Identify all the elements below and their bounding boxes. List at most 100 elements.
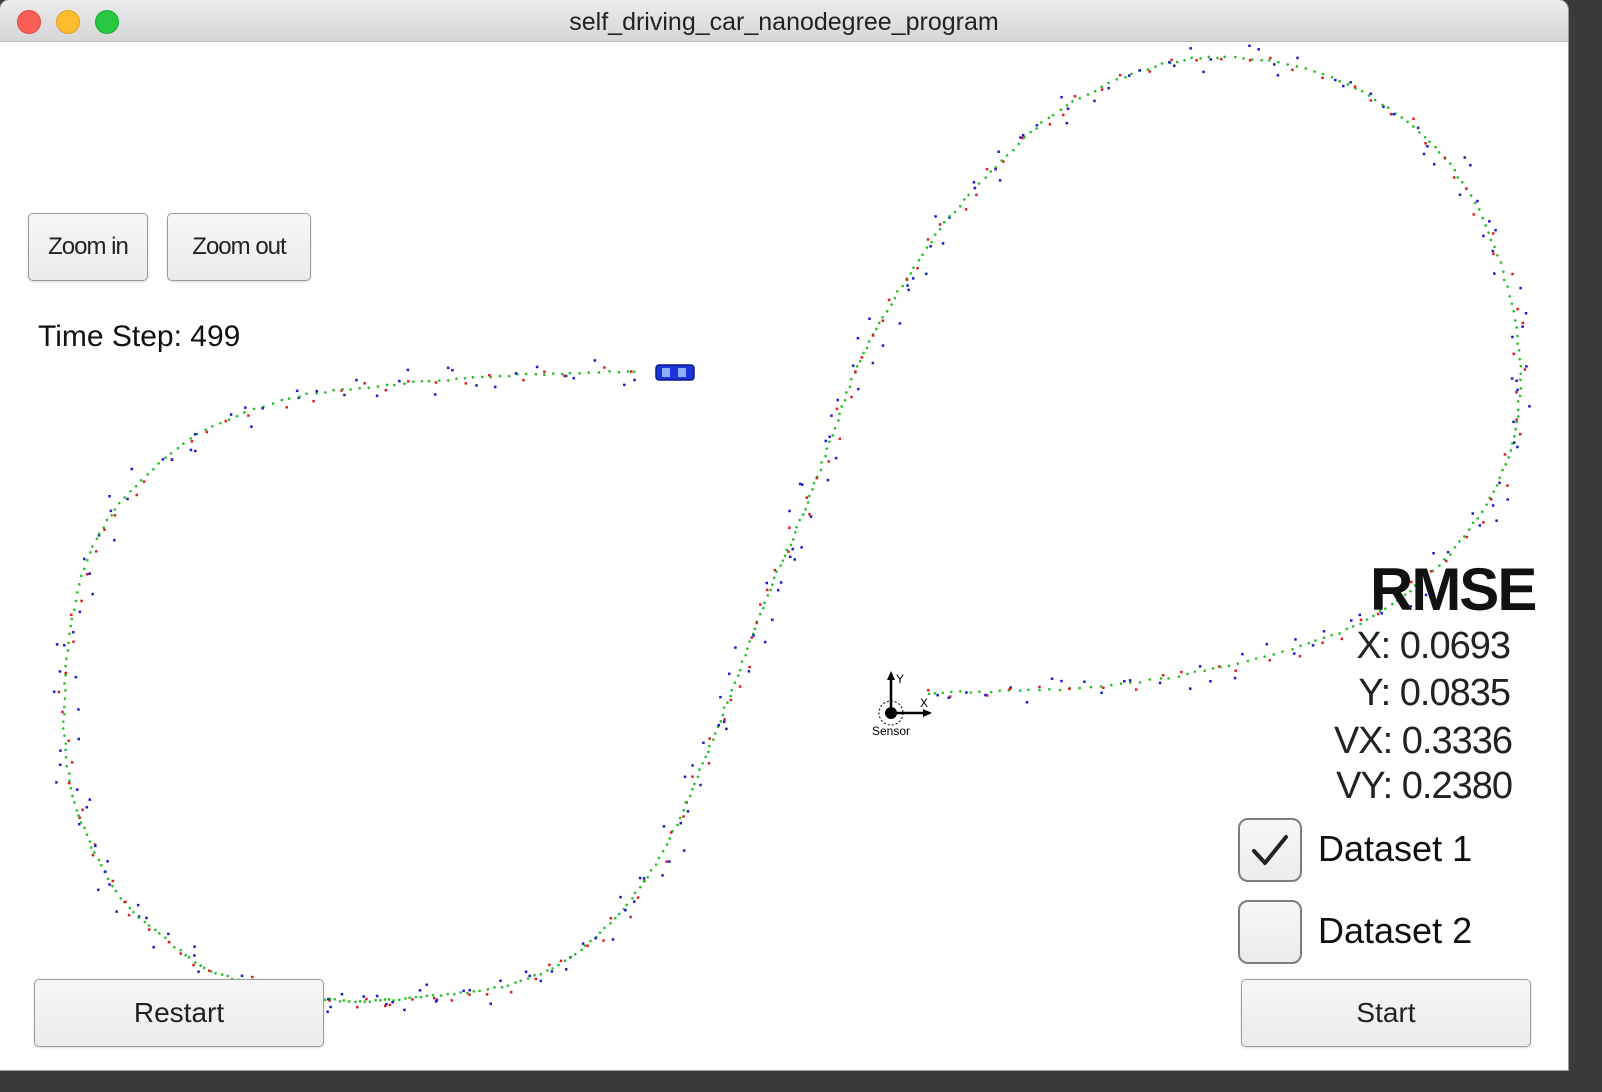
ground-truth-point: [833, 426, 837, 430]
zoom-out-button[interactable]: Zoom out: [167, 213, 311, 281]
ground-truth-point: [129, 489, 132, 493]
radar-measurement: [1065, 121, 1069, 125]
ground-truth-point: [227, 418, 231, 422]
ground-truth-point: [1277, 60, 1280, 64]
ground-truth-point: [1514, 427, 1517, 431]
ground-truth-point: [379, 999, 382, 1002]
lidar-measurement: [927, 688, 930, 692]
zoom-in-button[interactable]: Zoom in: [28, 213, 148, 281]
radar-measurement: [240, 974, 244, 978]
ground-truth-point: [64, 664, 67, 668]
ground-truth-point: [173, 945, 176, 949]
radar-measurement: [1358, 613, 1362, 617]
lidar-measurement: [95, 550, 98, 553]
ground-truth-point: [758, 612, 762, 616]
ground-truth-point: [69, 786, 73, 790]
lidar-measurement: [1021, 136, 1024, 140]
lidar-measurement: [190, 440, 194, 443]
ground-truth-point: [925, 246, 929, 249]
ground-truth-point: [519, 979, 523, 983]
ground-truth-point: [1159, 677, 1163, 680]
ground-truth-point: [560, 372, 564, 376]
ground-truth-point: [733, 681, 737, 685]
ground-truth-point: [895, 290, 899, 293]
ground-truth-point: [877, 321, 881, 325]
ground-truth-point: [95, 537, 99, 541]
radar-measurement: [1083, 680, 1086, 684]
ground-truth-point: [514, 981, 517, 984]
radar-measurement: [528, 974, 532, 978]
ground-truth-point: [408, 996, 411, 1000]
ground-truth-point: [1313, 70, 1316, 73]
radar-measurement: [88, 798, 91, 801]
radar-measurement: [1482, 234, 1485, 238]
radar-measurement: [717, 723, 721, 727]
lidar-measurement: [759, 603, 762, 606]
radar-measurement: [1432, 163, 1436, 166]
radar-measurement: [327, 997, 330, 1001]
ground-truth-point: [349, 388, 352, 391]
ground-truth-point: [691, 787, 694, 791]
radar-measurement: [115, 910, 118, 913]
ground-truth-point: [941, 691, 945, 695]
ground-truth-point: [1047, 116, 1051, 120]
ground-truth-point: [811, 487, 814, 491]
radar-measurement: [1488, 220, 1491, 223]
ground-truth-point: [1071, 100, 1074, 103]
ground-truth-point: [1400, 116, 1404, 119]
ground-truth-point: [79, 574, 83, 578]
lidar-measurement: [488, 373, 491, 377]
lidar-measurement: [78, 816, 81, 820]
sensor-origin-icon: Y X Sensor: [872, 671, 932, 738]
radar-measurement: [362, 995, 366, 998]
radar-measurement: [403, 1008, 406, 1012]
lidar-measurement: [629, 370, 633, 373]
start-button[interactable]: Start: [1241, 979, 1531, 1047]
lidar-measurement: [1180, 670, 1183, 674]
ground-truth-point: [1035, 127, 1038, 130]
lidar-measurement: [1503, 453, 1507, 456]
ground-truth-point: [500, 985, 504, 989]
ground-truth-point: [1386, 106, 1390, 109]
restart-button[interactable]: Restart: [34, 979, 324, 1047]
ground-truth-point: [1130, 72, 1133, 76]
ground-truth-point: [739, 668, 742, 672]
ground-truth-point: [114, 889, 118, 893]
dataset-1-label[interactable]: Dataset 1: [1318, 828, 1472, 870]
ground-truth-point: [1423, 135, 1427, 139]
radar-measurement: [1100, 691, 1103, 695]
radar-measurement: [97, 888, 100, 892]
ground-truth-point: [420, 379, 424, 383]
ground-truth-point: [657, 856, 661, 860]
ground-truth-point: [463, 376, 467, 380]
ground-truth-point: [1498, 476, 1501, 480]
ground-truth-point: [1469, 194, 1473, 197]
ground-truth-point: [93, 851, 96, 854]
radar-measurement: [194, 449, 197, 453]
lidar-measurement: [563, 374, 566, 378]
radar-measurement: [72, 630, 75, 634]
ground-truth-point: [698, 768, 701, 771]
ground-truth-point: [486, 988, 490, 991]
ground-truth-point: [573, 952, 577, 956]
ground-truth-point: [631, 896, 634, 900]
lidar-measurement: [1219, 57, 1223, 61]
radar-measurement: [434, 393, 437, 396]
ground-truth-point: [597, 371, 601, 374]
ground-truth-point: [70, 617, 74, 621]
ground-truth-point: [744, 653, 747, 657]
ground-truth-point: [1089, 685, 1093, 689]
ground-truth-point: [688, 794, 692, 798]
dataset-2-checkbox[interactable]: [1238, 900, 1302, 964]
radar-measurement: [594, 936, 597, 940]
dataset-2-label[interactable]: Dataset 2: [1318, 910, 1472, 952]
ground-truth-point: [890, 303, 893, 306]
ground-truth-point: [1489, 238, 1493, 242]
ground-truth-point: [766, 594, 770, 597]
dataset-1-checkbox[interactable]: [1238, 818, 1302, 882]
ground-truth-point: [633, 891, 637, 895]
lidar-measurement: [1516, 307, 1519, 311]
ground-truth-point: [437, 379, 441, 382]
radar-measurement: [668, 860, 671, 863]
ground-truth-point: [930, 240, 933, 244]
